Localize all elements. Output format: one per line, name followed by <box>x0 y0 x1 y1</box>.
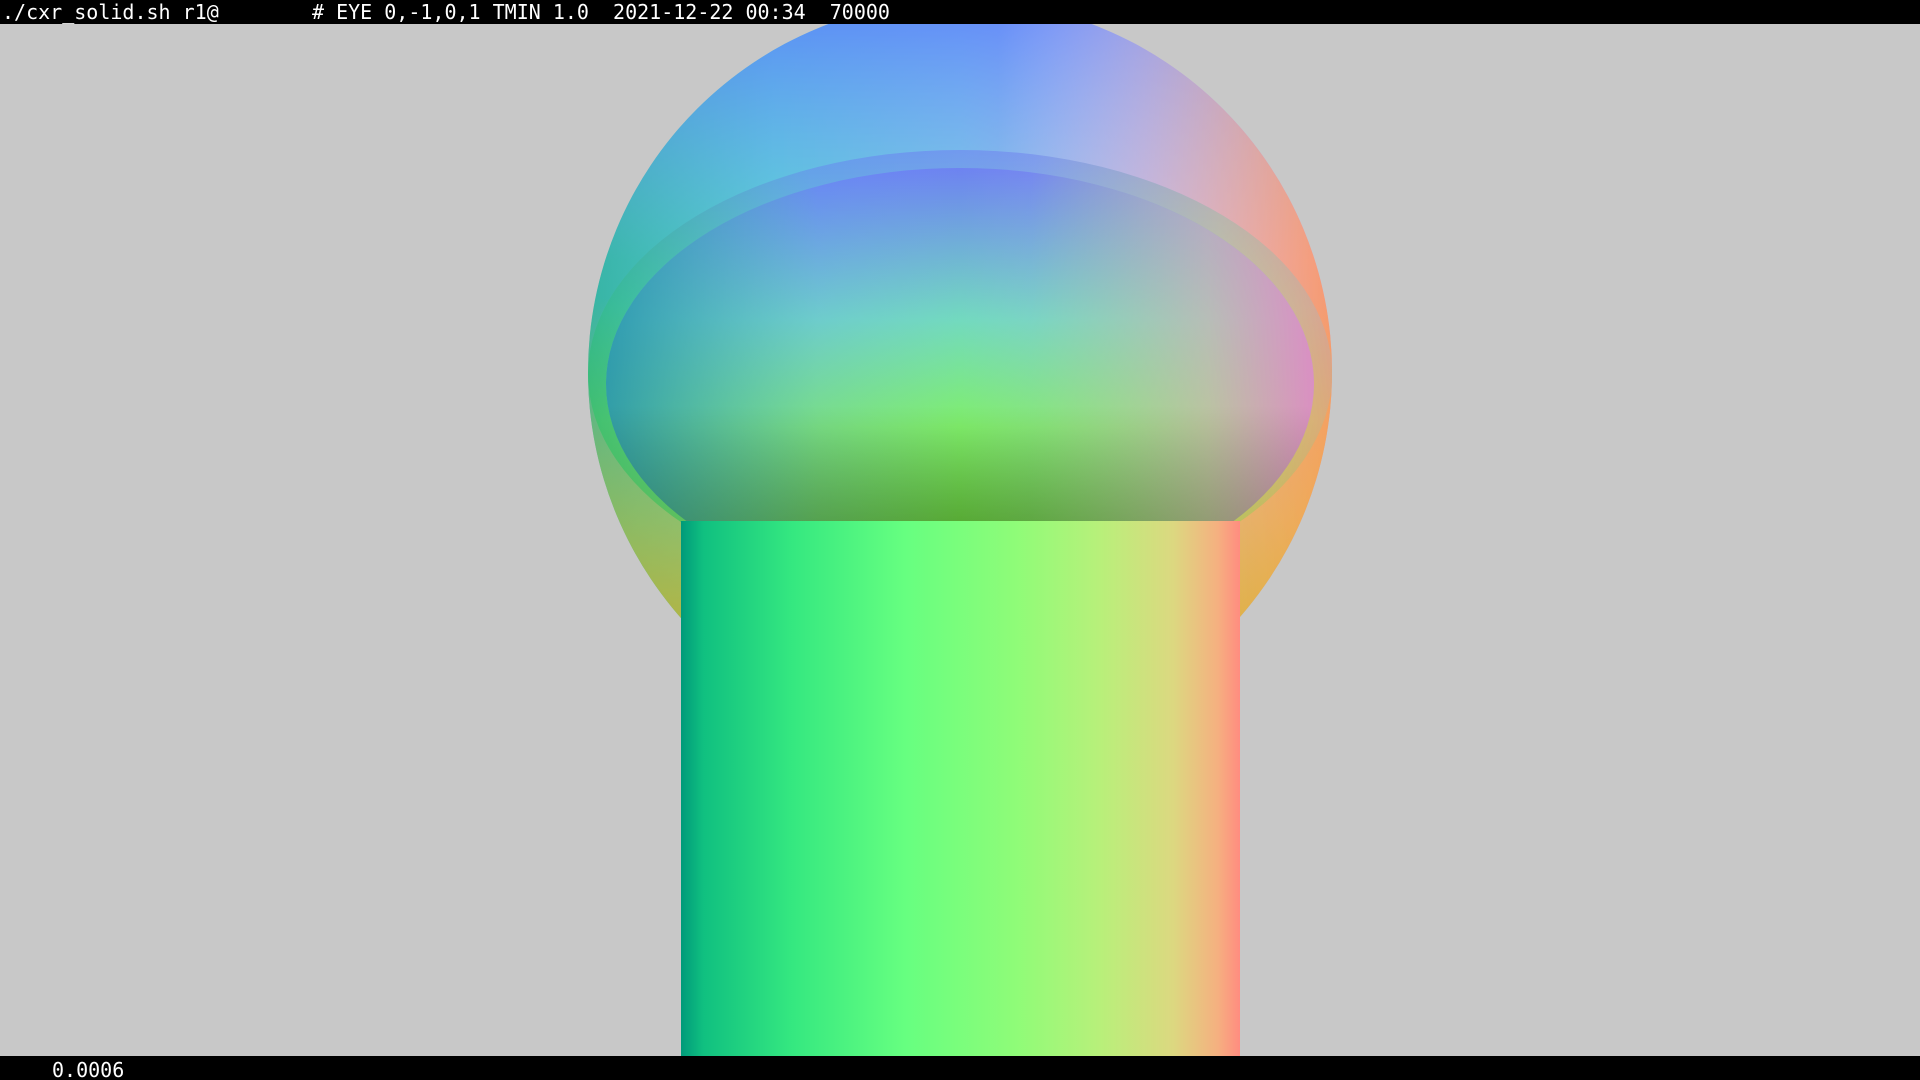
status-bar: 0.0006 <box>0 1056 1920 1080</box>
status-value: 0.0006 <box>52 1058 125 1080</box>
render-info-label: # EYE 0,-1,0,1 TMIN 1.0 2021-12-22 00:34… <box>312 0 890 24</box>
render-canvas <box>0 24 1920 1056</box>
title-bar: ./cxr_solid.sh r1@ # EYE 0,-1,0,1 TMIN 1… <box>0 0 1920 24</box>
app-window: ./cxr_solid.sh r1@ # EYE 0,-1,0,1 TMIN 1… <box>0 0 1920 1080</box>
cylinder-shape <box>681 521 1240 1056</box>
command-label: ./cxr_solid.sh r1@ <box>2 0 219 24</box>
render-viewport[interactable] <box>0 24 1920 1056</box>
